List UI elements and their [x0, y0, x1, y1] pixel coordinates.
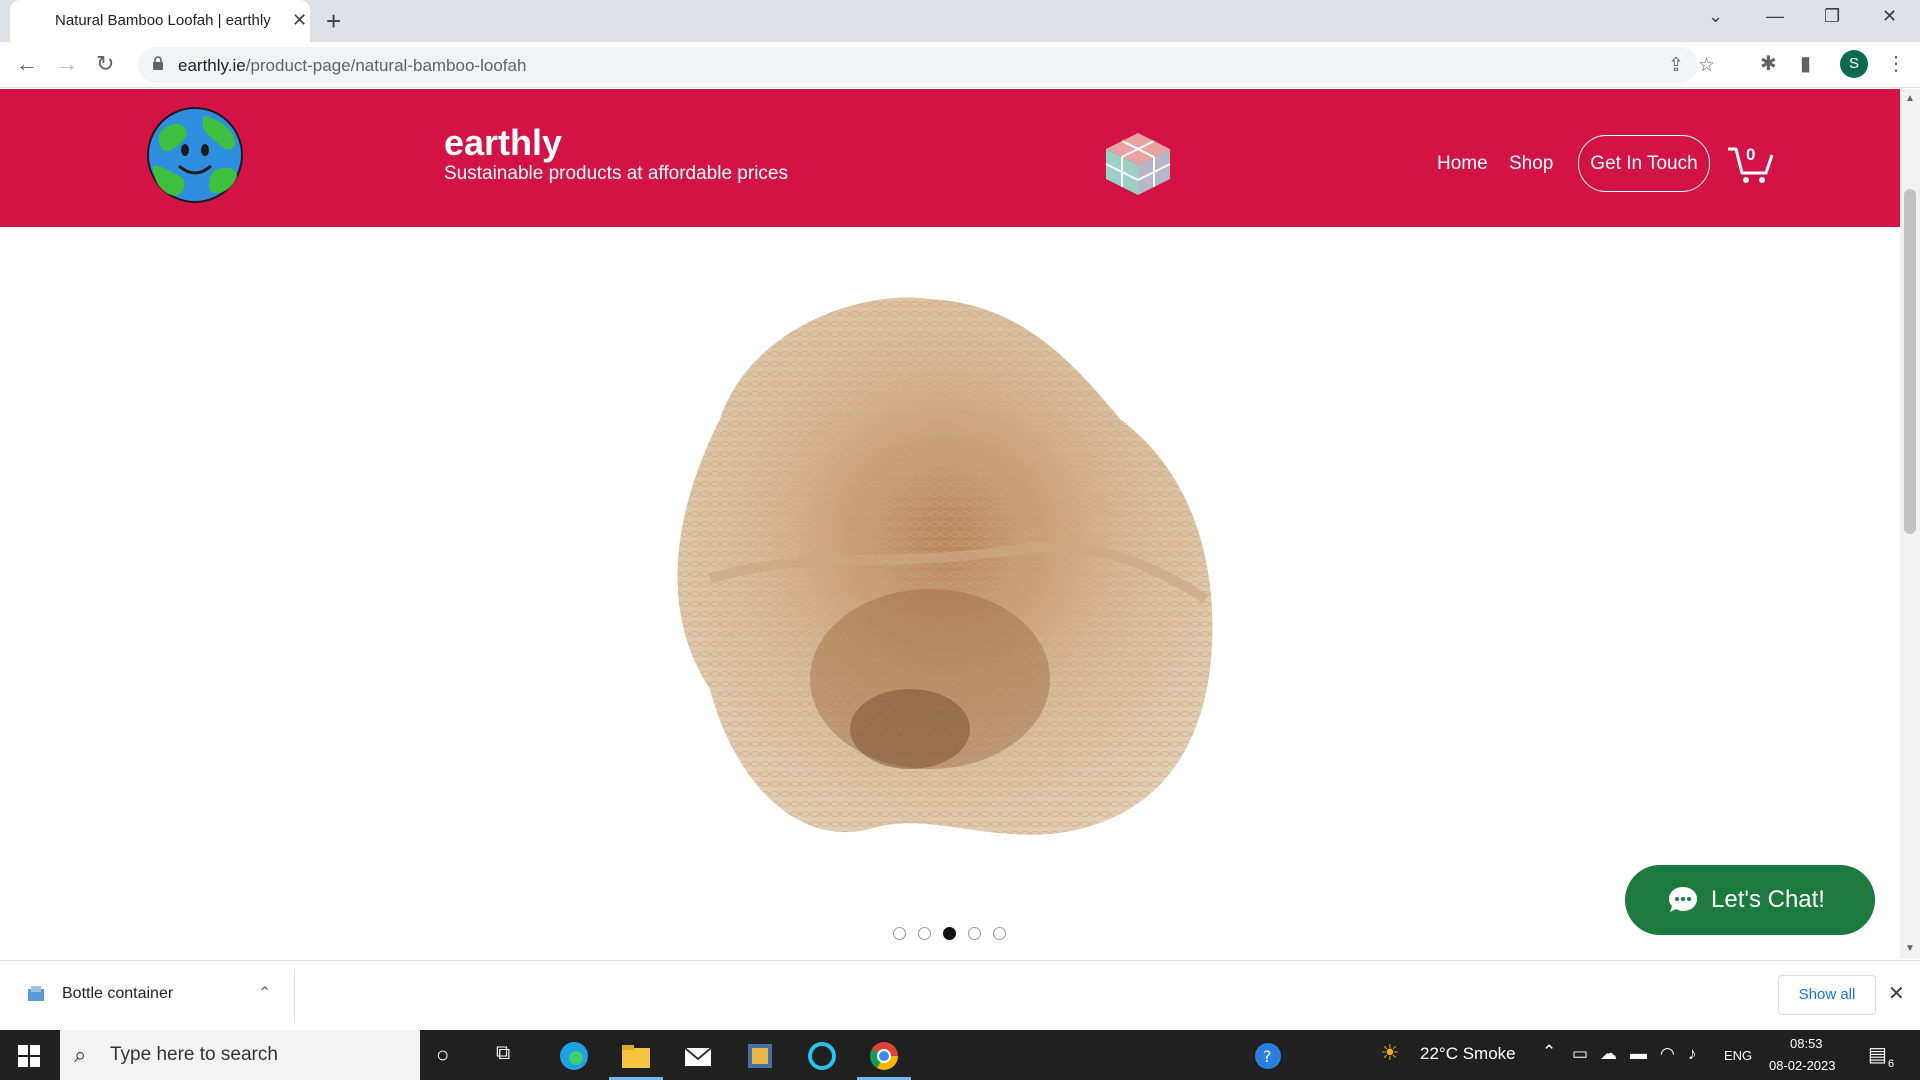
web-page: earthly Sustainable products at affordab…	[0, 89, 1900, 959]
slide-dot-2[interactable]	[918, 927, 931, 941]
back-icon[interactable]: ←	[16, 51, 38, 77]
new-tab-button[interactable]: +	[326, 6, 341, 37]
brand-name[interactable]: earthly	[444, 122, 562, 164]
restore-button[interactable]: ❐	[1824, 6, 1840, 27]
cortana-icon[interactable]: ○	[436, 1042, 449, 1068]
file-icon	[28, 986, 44, 1001]
cart-count: 0	[1746, 145, 1756, 164]
wifi-icon[interactable]: ◠	[1660, 1044, 1675, 1064]
get-in-touch-button[interactable]: Get In Touch	[1578, 135, 1710, 192]
slide-indicators	[893, 925, 1018, 941]
help-icon[interactable]: ?	[1252, 1040, 1284, 1072]
windows-taskbar: ⌕ Type here to search ○ ⧉ ? ☀ 22°C Smoke…	[0, 1030, 1920, 1080]
slide-dot-4[interactable]	[968, 927, 981, 941]
page-scrollbar[interactable]: ▲ ▼	[1900, 89, 1920, 959]
slide-dot-5[interactable]	[993, 927, 1006, 941]
onedrive-icon[interactable]: ☁	[1600, 1044, 1617, 1064]
notifications-icon[interactable]: ▤	[1868, 1042, 1887, 1067]
brand-tagline: Sustainable products at affordable price…	[444, 163, 788, 184]
weather-text[interactable]: 22°C Smoke	[1420, 1044, 1516, 1064]
chat-bubble-icon	[1669, 887, 1697, 912]
lets-chat-button[interactable]: Let's Chat!	[1625, 865, 1875, 935]
url-text: earthly.ie/product-page/natural-bamboo-l…	[178, 56, 526, 76]
lock-icon	[153, 56, 163, 70]
task-view-icon[interactable]: ⧉	[496, 1042, 510, 1065]
clock-date[interactable]: 08-02-2023	[1769, 1058, 1836, 1073]
menu-icon[interactable]: ⋮	[1886, 51, 1906, 76]
search-icon: ⌕	[74, 1042, 87, 1067]
notification-count: 6	[1888, 1058, 1895, 1070]
bookmark-star-icon[interactable]: ☆	[1698, 54, 1715, 77]
battery-icon[interactable]: ▬	[1630, 1044, 1647, 1064]
cube-logo-icon	[1105, 133, 1171, 195]
profile-avatar[interactable]: S	[1840, 50, 1868, 78]
divider	[294, 969, 295, 1023]
mail-icon[interactable]	[682, 1040, 714, 1072]
clock-time[interactable]: 08:53	[1790, 1036, 1823, 1051]
language-indicator[interactable]: ENG	[1724, 1048, 1752, 1063]
download-shelf: Bottle container ⌃ Show all ✕	[0, 960, 1920, 1030]
forward-icon[interactable]: →	[56, 51, 78, 77]
search-placeholder: Type here to search	[110, 1044, 278, 1065]
meet-icon[interactable]: ▭	[1572, 1044, 1588, 1064]
weather-icon[interactable]: ☀	[1380, 1040, 1400, 1066]
svg-text:?: ?	[1263, 1047, 1272, 1066]
chevron-up-icon[interactable]: ⌃	[258, 983, 271, 1003]
minimize-button[interactable]: —	[1766, 6, 1784, 27]
edge-icon[interactable]	[558, 1040, 590, 1072]
browser-tab[interactable]: Natural Bamboo Loofah | earthly ✕	[10, 0, 310, 42]
slide-dot-1[interactable]	[893, 927, 906, 941]
browser-tab-strip: Natural Bamboo Loofah | earthly ✕ + ⌄ — …	[0, 0, 1920, 42]
show-all-button[interactable]: Show all	[1778, 975, 1876, 1015]
volume-icon[interactable]: ♪	[1688, 1044, 1697, 1064]
reload-icon[interactable]: ↻	[96, 51, 114, 77]
slide-dot-3-active[interactable]	[943, 927, 956, 941]
site-header: earthly Sustainable products at affordab…	[0, 89, 1900, 227]
address-bar[interactable]: earthly.ie/product-page/natural-bamboo-l…	[138, 47, 1715, 83]
chevron-up-tray-icon[interactable]: ⌃	[1542, 1042, 1556, 1062]
tab-close-icon[interactable]: ✕	[292, 10, 307, 31]
url-path: /product-page/natural-bamboo-loofah	[245, 56, 527, 75]
scroll-up-icon[interactable]: ▲	[1905, 93, 1915, 104]
taskbar-search[interactable]: ⌕ Type here to search	[60, 1030, 420, 1080]
nav-shop-link[interactable]: Shop	[1509, 153, 1553, 175]
alexa-icon[interactable]	[806, 1040, 838, 1072]
tab-title: Natural Bamboo Loofah | earthly	[55, 12, 271, 29]
photos-icon[interactable]	[744, 1040, 776, 1072]
file-explorer-icon[interactable]	[620, 1040, 652, 1072]
scroll-down-icon[interactable]: ▼	[1905, 943, 1915, 954]
earth-logo[interactable]	[145, 106, 245, 204]
chrome-icon[interactable]	[868, 1040, 900, 1072]
close-window-button[interactable]: ✕	[1882, 6, 1897, 27]
close-icon[interactable]: ✕	[1888, 981, 1905, 1006]
tab-search-icon[interactable]: ⌄	[1708, 6, 1723, 27]
scroll-thumb[interactable]	[1904, 189, 1916, 534]
browser-toolbar: ← → ↻ earthly.ie/product-page/natural-ba…	[0, 42, 1920, 88]
chat-label: Let's Chat!	[1711, 886, 1825, 913]
share-icon[interactable]: ⇪	[1668, 54, 1684, 77]
extensions-icon[interactable]: ✱	[1760, 51, 1777, 76]
nav-home-link[interactable]: Home	[1437, 153, 1488, 175]
windows-start-icon[interactable]	[18, 1045, 40, 1067]
download-file-name[interactable]: Bottle container	[62, 985, 173, 1003]
product-image[interactable]	[600, 249, 1300, 889]
side-panel-icon[interactable]: ▮	[1800, 51, 1811, 76]
url-host: earthly.ie	[178, 56, 246, 75]
